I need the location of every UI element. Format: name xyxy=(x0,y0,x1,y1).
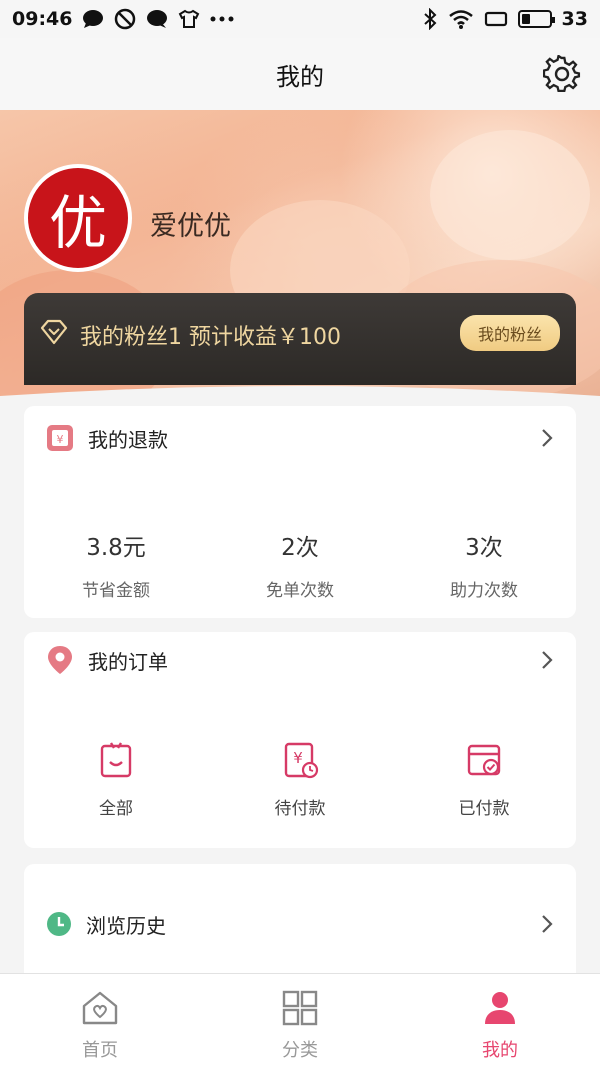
tab-home[interactable]: 首页 xyxy=(0,974,200,1067)
order-paid[interactable]: 已付款 xyxy=(393,740,575,819)
wifi-icon xyxy=(448,9,474,29)
message-icon xyxy=(146,9,168,29)
location-pin-icon xyxy=(48,646,72,674)
tab-home-label: 首页 xyxy=(82,1040,118,1061)
refund-stat: 2次免单次数 xyxy=(209,528,391,601)
more-dots-icon xyxy=(210,16,234,22)
status-right: 33 xyxy=(422,8,588,30)
refund-stat-value: 3.8元 xyxy=(86,535,146,561)
fans-earnings-bar: 我的粉丝1 预计收益￥100 我的粉丝 xyxy=(24,293,576,385)
gear-icon xyxy=(543,55,581,93)
page-header: 我的 xyxy=(0,38,600,110)
status-time: 09:46 xyxy=(12,8,73,30)
grid-icon xyxy=(282,990,318,1026)
history-card-header[interactable]: 浏览历史 xyxy=(24,892,576,956)
refund-card-header[interactable]: ¥ 我的退款 xyxy=(24,406,576,470)
status-bar: 09:46 33 xyxy=(0,0,600,38)
shirt-icon xyxy=(178,9,200,29)
order-pending-label: 待付款 xyxy=(274,799,326,819)
my-fans-button[interactable]: 我的粉丝 xyxy=(459,315,560,351)
yen-tag-icon: ¥ xyxy=(47,425,73,451)
order-all-label: 全部 xyxy=(99,799,133,819)
chat-bubble-icon xyxy=(82,9,104,29)
refund-title: 我的退款 xyxy=(88,427,168,452)
orders-card-header[interactable]: 我的订单 xyxy=(24,628,576,692)
paid-order-icon xyxy=(467,744,501,776)
refund-stat-value: 2次 xyxy=(281,535,319,561)
refund-stat-value: 3次 xyxy=(465,535,503,561)
refund-stat: 3.8元节省金额 xyxy=(25,528,207,601)
pending-payment-icon: ¥ xyxy=(284,742,319,779)
refund-stat-label: 免单次数 xyxy=(266,581,334,601)
refund-stat-label: 助力次数 xyxy=(450,581,518,601)
refund-card: ¥ 我的退款 3.8元 节省金额 2次 免单次数 3次 助力次数 xyxy=(24,406,576,618)
battery-percent: 33 xyxy=(561,8,588,30)
chevron-right-icon xyxy=(542,651,553,669)
svg-text:¥: ¥ xyxy=(57,433,64,446)
username: 爱优优 xyxy=(150,211,231,242)
refund-stat-label: 节省金额 xyxy=(82,581,150,601)
history-card: 浏览历史 xyxy=(24,864,576,984)
screen-rotate-icon xyxy=(484,10,508,28)
page-title: 我的 xyxy=(276,62,324,91)
clock-icon xyxy=(47,912,71,936)
battery-icon xyxy=(517,10,555,28)
refund-stat: 3次助力次数 xyxy=(393,528,575,601)
chevron-right-icon xyxy=(542,915,553,933)
refund-stats: 3.8元 节省金额 2次 免单次数 3次 助力次数 xyxy=(24,528,576,601)
bluetooth-icon xyxy=(422,8,438,30)
avatar-text: 优 xyxy=(48,189,107,257)
orders-title: 我的订单 xyxy=(88,649,168,674)
bottom-tab-bar: 首页 分类 我的 xyxy=(0,973,600,1067)
blocked-icon xyxy=(114,8,136,30)
user-icon xyxy=(485,992,515,1024)
order-pending-payment[interactable]: ¥ 待付款 xyxy=(209,740,391,819)
chevron-right-icon xyxy=(542,429,553,447)
fans-earnings-text: 我的粉丝1 预计收益￥100 xyxy=(80,325,341,350)
order-shortcuts: 全部 ¥ 待付款 已付款 xyxy=(24,740,576,819)
banner-decoration xyxy=(430,130,590,260)
order-all[interactable]: 全部 xyxy=(25,740,207,819)
settings-button[interactable] xyxy=(542,54,582,94)
svg-text:¥: ¥ xyxy=(293,749,303,767)
clipboard-smile-icon xyxy=(100,742,132,778)
tab-category-label: 分类 xyxy=(282,1040,318,1061)
diamond-icon xyxy=(40,319,68,345)
status-left: 09:46 xyxy=(12,8,234,30)
history-title: 浏览历史 xyxy=(86,913,166,938)
tab-category[interactable]: 分类 xyxy=(200,974,400,1067)
home-heart-icon xyxy=(82,991,118,1025)
tab-mine-label: 我的 xyxy=(482,1040,518,1061)
battery-level xyxy=(521,14,531,24)
orders-card: 我的订单 全部 ¥ 待付款 已付款 xyxy=(24,632,576,848)
order-paid-label: 已付款 xyxy=(458,799,510,819)
avatar[interactable]: 优 xyxy=(24,164,132,272)
tab-mine[interactable]: 我的 xyxy=(400,974,600,1067)
